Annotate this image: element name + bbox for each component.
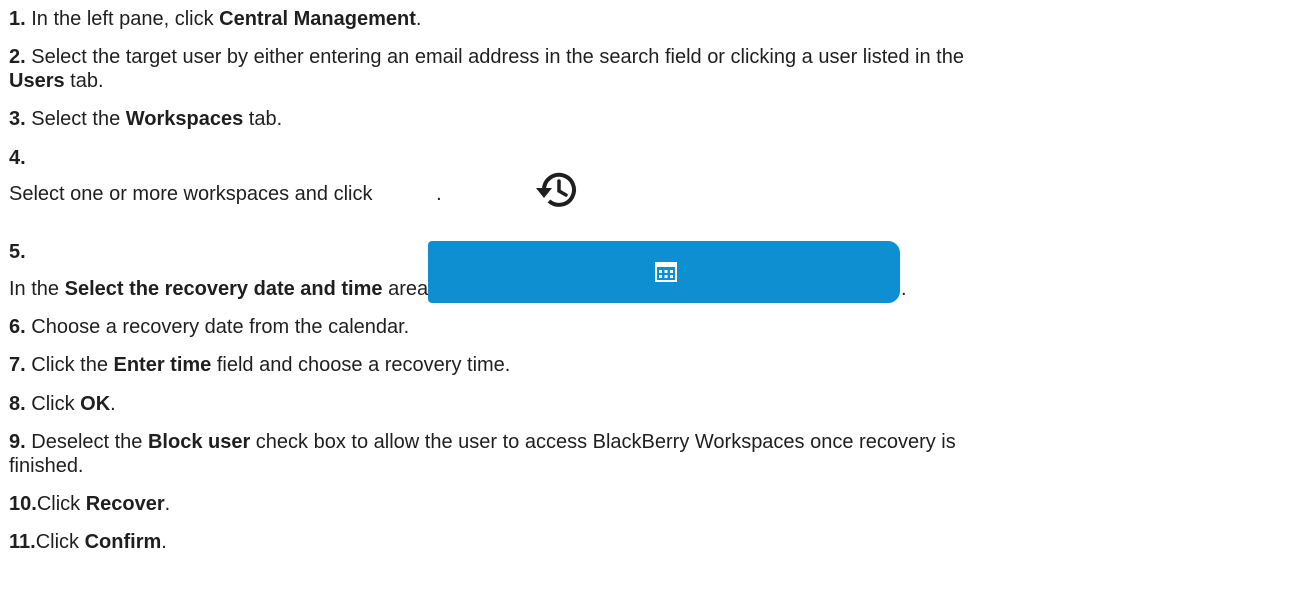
ui-term: Users bbox=[9, 70, 65, 92]
ui-term: Confirm bbox=[84, 531, 162, 553]
step-4: 4. bbox=[9, 146, 26, 170]
step-number: 10. bbox=[9, 493, 37, 515]
step-9: 9. Deselect the Block user check box to … bbox=[9, 430, 956, 454]
step-number: 2. bbox=[9, 46, 26, 68]
step-text: Click bbox=[35, 531, 85, 553]
step-3: 3. Select the Workspaces tab. bbox=[9, 107, 282, 131]
ui-term: Recover bbox=[85, 493, 165, 515]
ui-term: OK bbox=[80, 393, 111, 415]
ui-term: Central Management bbox=[219, 8, 416, 30]
ui-term: Select the recovery date and time bbox=[64, 278, 383, 300]
step-number: 7. bbox=[9, 354, 26, 376]
step-number: 11. bbox=[9, 531, 36, 553]
step-4-text: Select one or more workspaces and click … bbox=[9, 182, 442, 206]
step-number: 9. bbox=[9, 431, 26, 453]
step-text: Click bbox=[31, 393, 81, 415]
step-number: 8. bbox=[9, 393, 26, 415]
step-2-continued: Users tab. bbox=[9, 69, 104, 93]
step-2: 2. Select the target user by either ente… bbox=[9, 45, 964, 69]
step-text: . bbox=[415, 8, 422, 30]
step-5-text: In the Select the recovery date and time… bbox=[9, 277, 478, 301]
step-text: Choose a recovery date from the calendar… bbox=[31, 316, 410, 338]
step-text: field and choose a recovery time. bbox=[211, 354, 511, 376]
step-text: . bbox=[164, 493, 171, 515]
step-number: 4. bbox=[9, 147, 26, 169]
step-text: Select one or more workspaces and click bbox=[9, 183, 379, 205]
step-5-period: . bbox=[901, 277, 907, 301]
step-text: Click bbox=[36, 493, 86, 515]
step-1: 1. In the left pane, click Central Manag… bbox=[9, 7, 421, 31]
step-text: . bbox=[901, 278, 907, 300]
ui-term: Workspaces bbox=[125, 108, 244, 130]
calendar-icon bbox=[655, 262, 677, 282]
step-text: finished. bbox=[9, 455, 84, 477]
step-text: In the left pane, click bbox=[31, 8, 220, 30]
step-5: 5. bbox=[9, 240, 26, 264]
step-8: 8. Click OK. bbox=[9, 392, 116, 416]
ui-term: Block user bbox=[147, 431, 251, 453]
step-text: Deselect the bbox=[31, 431, 148, 453]
step-text: Click the bbox=[31, 354, 114, 376]
step-text: . bbox=[161, 531, 167, 553]
step-6: 6. Choose a recovery date from the calen… bbox=[9, 315, 409, 339]
step-number: 3. bbox=[9, 108, 26, 130]
step-text: Select the bbox=[31, 108, 126, 130]
history-recover-icon bbox=[536, 172, 576, 207]
step-text: check box to allow the user to access Bl… bbox=[250, 431, 956, 453]
step-9-continued: finished. bbox=[9, 454, 84, 478]
step-text: . bbox=[110, 393, 116, 415]
step-7: 7. Click the Enter time field and choose… bbox=[9, 353, 510, 377]
step-text: . bbox=[436, 183, 442, 205]
instruction-steps: 1. In the left pane, click Central Manag… bbox=[0, 0, 1294, 590]
step-10: 10.Click Recover. bbox=[9, 492, 170, 516]
step-text: In the bbox=[9, 278, 65, 300]
step-number: 1. bbox=[9, 8, 26, 30]
step-11: 11.Click Confirm. bbox=[9, 530, 167, 554]
ui-term: Enter time bbox=[113, 354, 212, 376]
step-number: 6. bbox=[9, 316, 26, 338]
step-text: tab. bbox=[243, 108, 283, 130]
step-number: 5. bbox=[9, 241, 26, 263]
step-text: tab. bbox=[64, 70, 104, 92]
step-text: Select the target user by either enterin… bbox=[31, 46, 964, 68]
